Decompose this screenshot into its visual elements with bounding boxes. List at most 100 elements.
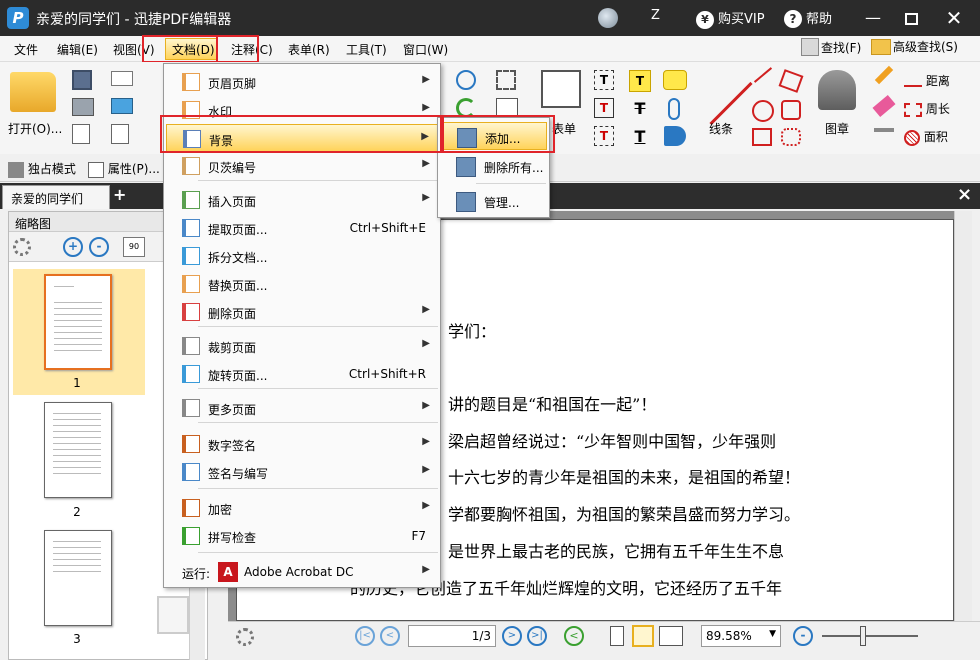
next-page-icon[interactable]: > (502, 626, 522, 646)
zoom-out-icon[interactable]: - (793, 626, 813, 646)
document-scrollbar[interactable] (954, 211, 972, 621)
underline-icon[interactable]: T (629, 126, 651, 148)
menu-item-15[interactable]: 加密 ▶ (166, 494, 438, 522)
highlight-text-icon[interactable]: T (629, 70, 651, 92)
open-button[interactable]: 打开(O)... (8, 120, 62, 137)
eraser-icon[interactable] (872, 94, 896, 118)
area-button[interactable]: 面积 (904, 128, 948, 146)
minimize-button[interactable]: — (859, 6, 887, 30)
save-icon[interactable] (72, 70, 92, 90)
thumbnail-page-3[interactable] (44, 530, 112, 626)
zoom-out-thumb-icon[interactable]: - (89, 237, 109, 257)
open-folder-icon[interactable] (10, 72, 56, 112)
new-page-icon[interactable] (111, 124, 129, 144)
close-tab-button[interactable]: × (957, 184, 972, 205)
continuous-page-icon[interactable] (632, 625, 654, 647)
exclusive-mode-button[interactable]: 独占模式 (8, 160, 76, 178)
avatar[interactable] (598, 8, 618, 28)
menu-item-run-acrobat[interactable]: 运行: A Adobe Acrobat DC ▶ (166, 558, 438, 586)
perimeter-button[interactable]: 周长 (904, 100, 950, 117)
arrow-tool-icon[interactable] (753, 67, 773, 83)
facing-page-icon[interactable] (659, 626, 683, 646)
properties-button[interactable]: 属性(P)... (88, 160, 160, 178)
menu-item-16[interactable]: 拼写检查 F7 (166, 522, 438, 550)
zoom-slider-handle[interactable] (860, 626, 866, 646)
status-settings-icon[interactable] (236, 628, 254, 646)
menu-item-7[interactable]: 拆分文档... (166, 242, 438, 270)
buy-vip-button[interactable]: ¥ 购买VIP (696, 8, 765, 29)
close-button[interactable]: ✕ (940, 6, 968, 30)
maximize-button[interactable] (897, 6, 925, 30)
callout-icon[interactable]: T (594, 98, 614, 118)
circle-tool-icon[interactable] (752, 100, 774, 122)
find-button[interactable]: 查找(F) (801, 38, 861, 56)
menu-window[interactable]: 窗口(W) (403, 41, 448, 58)
zoom-in-icon[interactable] (456, 70, 476, 90)
menu-item-8[interactable]: 替换页面... (166, 270, 438, 298)
thumbnail-page-1[interactable] (44, 274, 112, 370)
submenu-manage[interactable]: 管理... (440, 187, 547, 215)
back-icon[interactable]: < (564, 626, 584, 646)
settings-gear-icon[interactable] (13, 238, 31, 256)
menu-edit[interactable]: 编辑(E) (57, 41, 98, 58)
menu-file[interactable]: 文件 (14, 41, 38, 58)
zoom-in-thumb-icon[interactable]: + (63, 237, 83, 257)
textbox-icon[interactable]: T (594, 70, 614, 90)
form-icon[interactable] (541, 70, 581, 108)
help-button[interactable]: ? 帮助 (784, 8, 832, 28)
pencil-icon[interactable] (874, 65, 894, 85)
print-icon[interactable] (72, 98, 94, 116)
rectangle-tool-icon[interactable] (752, 128, 772, 146)
stamp-button[interactable]: 图章 (825, 120, 849, 137)
sound-icon[interactable] (664, 126, 686, 146)
crop-icon[interactable] (496, 70, 516, 90)
menu-shortcut: Ctrl+Shift+R (348, 367, 426, 381)
single-page-icon[interactable] (610, 626, 624, 646)
find-icon (801, 38, 819, 56)
email-icon[interactable] (111, 71, 133, 86)
menu-item-1[interactable]: 页眉页脚 ▶ (166, 68, 438, 96)
copy-pages-icon[interactable] (157, 596, 189, 634)
polygon-tool-icon[interactable] (778, 69, 804, 93)
thumbnail-page-2[interactable] (44, 402, 112, 498)
page-icon[interactable] (72, 124, 90, 144)
note-icon[interactable] (663, 70, 687, 90)
menu-form[interactable]: 表单(R) (288, 41, 330, 58)
form-button[interactable]: 表单 (552, 120, 576, 137)
new-tab-button[interactable]: + (113, 185, 126, 204)
prev-page-icon[interactable]: < (380, 626, 400, 646)
menu-item-4[interactable]: 贝茨编号 ▶ (166, 152, 438, 180)
menu-item-13[interactable]: 数字签名 ▶ (166, 430, 438, 458)
last-page-icon[interactable]: >| (527, 626, 547, 646)
cloud-tool-icon[interactable] (781, 128, 801, 146)
page-number-input[interactable]: 1/3 (408, 625, 496, 647)
measure-icon[interactable] (874, 128, 894, 132)
zoom-slider[interactable] (822, 635, 918, 637)
stamp-icon[interactable] (818, 70, 856, 110)
line-tool-icon[interactable] (709, 81, 753, 126)
menu-item-5[interactable]: 插入页面 ▶ (166, 186, 438, 214)
scan-icon[interactable] (111, 98, 133, 114)
pentagon-tool-icon[interactable] (781, 100, 801, 120)
zoom-select[interactable]: 89.58% ▼ (701, 625, 781, 647)
line-tool-button[interactable]: 线条 (709, 120, 733, 137)
tab-document[interactable]: 亲爱的同学们 (2, 185, 110, 209)
menu-item-14[interactable]: 签名与编写 ▶ (166, 458, 438, 486)
typewriter-icon[interactable]: T (594, 126, 614, 146)
strikeout-icon[interactable]: T (629, 98, 651, 120)
distance-button[interactable]: 距离 (904, 72, 950, 89)
attachment-icon[interactable] (668, 98, 680, 120)
menu-item-12[interactable]: 更多页面 ▶ (166, 394, 438, 422)
menu-item-9[interactable]: 删除页面 ▶ (166, 298, 438, 326)
rotate-thumb-icon[interactable]: 90 (123, 237, 145, 257)
menu-tools[interactable]: 工具(T) (346, 41, 387, 58)
advanced-find-button[interactable]: 高级查找(S) (871, 38, 958, 55)
menu-item-6[interactable]: 提取页面... Ctrl+Shift+E (166, 214, 438, 242)
submenu-remove-all[interactable]: 删除所有... (440, 152, 547, 180)
menu-item-10[interactable]: 裁剪页面 ▶ (166, 332, 438, 360)
first-page-icon[interactable]: |< (355, 626, 375, 646)
properties-icon (88, 161, 104, 178)
menu-item-11[interactable]: 旋转页面... Ctrl+Shift+R (166, 360, 438, 388)
user-name[interactable]: Z (651, 8, 660, 23)
menu-bar: 文件 编辑(E) 视图(V) 文档(D) 注释(C) 表单(R) 工具(T) 窗… (0, 35, 980, 63)
